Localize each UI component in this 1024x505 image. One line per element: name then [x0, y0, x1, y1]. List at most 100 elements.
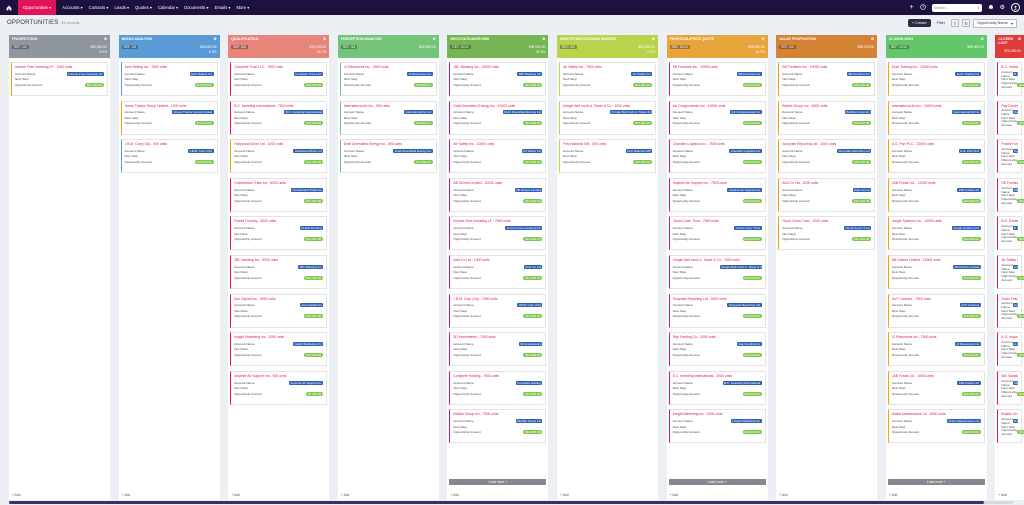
settings-icon[interactable]: ⚙ — [761, 37, 764, 41]
opportunity-name-link[interactable]: Insight Marketing Inc - 2000 units — [673, 412, 762, 416]
opportunity-name-link[interactable]: J.B.M. Corp (XA) - 7500 units — [453, 297, 542, 301]
account-tag[interactable]: Hollywood Diner Ltd — [293, 148, 324, 153]
account-tag[interactable]: Jungle Systems Inc — [951, 226, 981, 231]
nav-leads[interactable]: Leads ▾ — [114, 5, 129, 10]
opportunity-name-link[interactable]: Eyes Trading Inc - 10000 units — [892, 65, 981, 69]
opportunity-card[interactable]: JAB Funds Ltd. - 10000 units Account Nam… — [887, 177, 985, 212]
opportunity-card[interactable]: Cumberland Trails Inc - 5000 units Accou… — [230, 177, 328, 212]
account-tag[interactable]: Sonic — [1012, 303, 1018, 308]
account-tag[interactable]: Green Tractor Group Limited — [172, 110, 214, 115]
opportunity-name-link[interactable]: Draft Diversified Energy Inc - 500 units — [344, 142, 433, 146]
opportunity-card[interactable]: B.C. Investing International - 7500 unit… — [230, 100, 328, 135]
opportunity-name-link[interactable]: JJ Resources Inc - 7500 units — [892, 335, 981, 339]
settings-icon[interactable]: ⚙ — [542, 37, 545, 41]
opportunity-name-link[interactable]: Avid Co Ltd - 1000 units — [453, 258, 542, 262]
opportunity-name-link[interactable]: Jungle Systems Inc - 10000 units — [892, 219, 981, 223]
home-icon[interactable] — [4, 5, 14, 11]
opportunity-name-link[interactable]: Bubble Group Inc - 5000 units — [782, 104, 871, 108]
account-tag[interactable]: 24/7 Couriers — [959, 303, 981, 308]
opportunity-card[interactable]: SB Furniture Inc - 10000 units Account N… — [778, 62, 876, 96]
filter-button[interactable]: Filter — [934, 19, 948, 27]
opportunity-name-link[interactable]: International Art Inc - 500 units — [344, 104, 433, 108]
opportunity-name-link[interactable]: J.B.M. Corp (XA) - 500 units — [125, 142, 214, 146]
account-tag[interactable]: Powel — [1012, 148, 1018, 153]
account-tag[interactable]: First National S/B — [625, 148, 652, 153]
opportunity-name-link[interactable]: Air Safety Inc — [1001, 258, 1018, 262]
opportunity-name-link[interactable]: Powell Funding — [1001, 142, 1018, 146]
opportunity-name-link[interactable]: Cloud Cover Trust - 1000 units — [782, 219, 871, 223]
add-card-button[interactable]: + Add — [670, 493, 679, 497]
settings-icon[interactable]: ⚙ — [213, 37, 216, 41]
opportunity-name-link[interactable]: B.C. Investing International - 7500 unit… — [234, 104, 323, 108]
opportunity-card[interactable]: Cloud Cover Trust - 1000 units Account N… — [778, 216, 876, 251]
opportunity-name-link[interactable]: Complete Trust LLC - 7500 units — [234, 65, 323, 69]
account-tag[interactable]: Earn Selling Inc — [189, 71, 214, 76]
nav-calendar[interactable]: Calendar ▾ — [158, 5, 178, 10]
opportunity-name-link[interactable]: JAB Funds Ltd. - 5000 units — [892, 374, 981, 378]
opportunity-name-link[interactable]: Airline Maintenance Co - 5000 units — [892, 412, 981, 416]
sort-select[interactable]: Opportunity Name ▾ — [973, 18, 1017, 28]
opportunity-card[interactable]: B.C. Investing Account NameB.C. Inv Next… — [997, 62, 1024, 96]
opportunity-name-link[interactable]: Sunyvale Reporting Ltd - 1000 units — [782, 142, 871, 146]
opportunity-card[interactable]: B.H. Edwards I Account NameB.H. E Next S… — [997, 216, 1024, 251]
opportunity-card[interactable]: Ace Capital Inc - 5000 units Account Nam… — [230, 293, 328, 328]
account-tag[interactable]: Air Safety Inc — [631, 71, 652, 76]
opportunity-card[interactable]: Eyes Trading Inc - 10000 units Account N… — [887, 62, 985, 96]
gear-icon[interactable]: ⚙ — [1000, 4, 1005, 11]
opportunity-card[interactable]: Green Tractor Group Limited - 1000 units… — [120, 100, 218, 135]
add-card-button[interactable]: + Add — [889, 493, 898, 497]
opportunity-card[interactable]: Anytime Air Support Inc - 500 units Acco… — [230, 370, 328, 405]
settings-icon[interactable]: ⚙ — [871, 37, 874, 41]
opportunity-card[interactable]: Chandler Logistics Inc - 7500 units Acco… — [668, 139, 766, 174]
account-tag[interactable]: AB Drivers Limited — [952, 264, 981, 269]
opportunity-card[interactable]: Cloud Cover Trust - 7500 units Account N… — [668, 216, 766, 251]
opportunity-name-link[interactable]: A.G. Importing — [1001, 335, 1018, 339]
opportunity-name-link[interactable]: Kringle Bell Inc/A.A. Tower & Co - 1000 … — [563, 104, 652, 108]
opportunity-name-link[interactable]: SB Furniture In — [1001, 181, 1018, 185]
load-more-button[interactable]: Load more + — [668, 479, 766, 485]
opportunity-card[interactable]: B.C. Investing International - 2000 unit… — [668, 370, 766, 405]
account-tag[interactable]: JAB Funds Ltd. — [957, 380, 981, 385]
add-card-button[interactable]: + Add — [998, 493, 1007, 497]
account-tag[interactable]: SB Furniture Inc — [846, 71, 872, 76]
opportunity-card[interactable]: Ray Funding Account NameRay Fu Next Step… — [997, 100, 1024, 135]
account-tag[interactable]: Ray Fu — [1012, 110, 1018, 115]
account-tag[interactable]: Cumberland Trails Inc — [291, 187, 324, 192]
settings-icon[interactable]: ⚙ — [104, 37, 107, 41]
opportunity-card[interactable]: Kringle Bell Inc/A.A. Tower & Co - 1000 … — [559, 100, 656, 135]
opportunity-card[interactable]: JBC Banking Inc - 5000 units Account Nam… — [230, 255, 328, 289]
settings-icon[interactable]: ⚙ — [433, 37, 436, 41]
account-tag[interactable]: Bubble Group Inc — [516, 419, 543, 424]
opportunity-name-link[interactable]: Anytime Air Support Inc - 7500 units — [673, 181, 762, 185]
account-tag[interactable]: Avid Co Ltd — [523, 264, 543, 269]
account-tag[interactable]: SB Fu — [1012, 187, 1018, 192]
opportunity-name-link[interactable]: Sonic Fast Inc — [1001, 297, 1018, 301]
plus-icon[interactable]: + — [910, 4, 914, 11]
account-tag[interactable]: Insight Marketing Inc — [730, 419, 762, 424]
account-tag[interactable]: Income Free Investing LP — [505, 226, 543, 231]
account-tag[interactable]: AB Drivers Limited — [514, 187, 543, 192]
account-tag[interactable]: 3D Investments — [518, 341, 543, 346]
create-button[interactable]: + Create — [907, 19, 931, 27]
nav-emails[interactable]: Emails ▾ — [215, 5, 231, 10]
account-tag[interactable]: Complete Trust LLC — [293, 71, 324, 76]
account-tag[interactable]: B.H. E — [1012, 226, 1018, 231]
opportunity-card[interactable]: Powell Funding - 5000 units Account Name… — [230, 216, 328, 251]
account-tag[interactable]: JBC Banking Inc — [298, 264, 324, 269]
bell-icon[interactable] — [988, 4, 994, 11]
nav-contacts[interactable]: Contacts ▾ — [89, 5, 109, 10]
opportunity-name-link[interactable]: Ink Conglomerate Inc - 10000 units — [673, 104, 762, 108]
account-tag[interactable]: Chandler Logistics Inc — [729, 148, 762, 153]
opportunity-name-link[interactable]: Sunyvale Reporting Ltd - 5000 units — [673, 297, 762, 301]
add-card-button[interactable]: + Add — [779, 493, 788, 497]
opportunity-card[interactable]: A.G. Importing Account NameA.G. Im Next … — [997, 332, 1024, 367]
opportunity-name-link[interactable]: International Art Inc - 10000 units — [892, 104, 981, 108]
account-tag[interactable]: International Art Inc — [403, 110, 433, 115]
opportunity-name-link[interactable]: Bubble Group Inc - 7500 units — [453, 412, 542, 416]
account-tag[interactable]: Bubble Group Inc — [844, 110, 872, 115]
opportunity-card[interactable]: Insight Marketing Inc - 1000 units Accou… — [230, 332, 328, 367]
account-tag[interactable]: Complete Holding — [515, 380, 543, 385]
add-card-button[interactable]: + Add — [12, 493, 21, 497]
opportunity-name-link[interactable]: Kringle Bell Inc/A.A. Tower & Co - 7500 … — [673, 258, 762, 262]
opportunity-name-link[interactable]: JBC Banking Inc - 5000 units — [234, 258, 323, 262]
